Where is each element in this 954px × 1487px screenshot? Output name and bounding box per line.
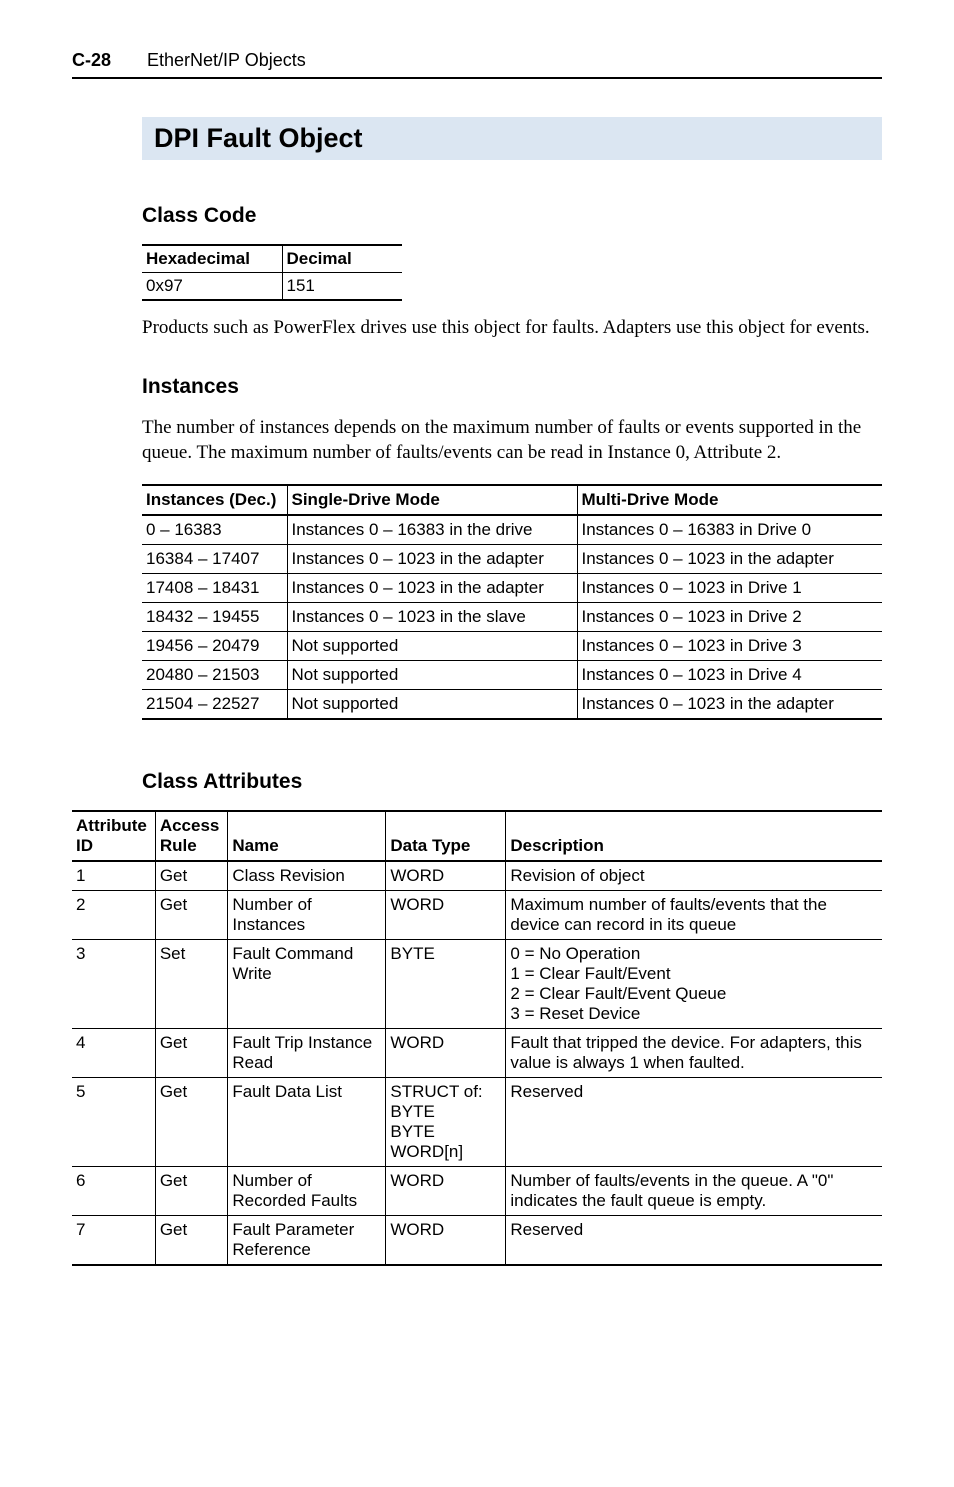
table-cell: Get bbox=[155, 890, 228, 939]
table-cell: Reserved bbox=[506, 1077, 882, 1166]
table-cell: 2 bbox=[72, 890, 155, 939]
table-cell: Fault Trip Instance Read bbox=[228, 1028, 386, 1077]
table-cell: Instances 0 – 1023 in the adapter bbox=[577, 689, 882, 719]
table-cell: Number of faults/events in the queue. A … bbox=[506, 1166, 882, 1215]
table-cell: 7 bbox=[72, 1215, 155, 1265]
instances-heading: Instances bbox=[142, 375, 882, 399]
table-cell: WORD bbox=[386, 890, 506, 939]
table-cell: Number of Recorded Faults bbox=[228, 1166, 386, 1215]
table-header: Single-Drive Mode bbox=[287, 485, 577, 515]
class-attributes-table: Attribute ID Access Rule Name Data Type … bbox=[72, 810, 882, 1266]
table-header: Instances (Dec.) bbox=[142, 485, 287, 515]
table-cell: 16384 – 17407 bbox=[142, 544, 287, 573]
instances-paragraph: The number of instances depends on the m… bbox=[142, 415, 882, 466]
table-cell: 3 bbox=[72, 939, 155, 1028]
table-cell: Instances 0 – 1023 in Drive 4 bbox=[577, 660, 882, 689]
table-cell: Not supported bbox=[287, 631, 577, 660]
table-cell: 19456 – 20479 bbox=[142, 631, 287, 660]
table-cell: 20480 – 21503 bbox=[142, 660, 287, 689]
table-header: Hexadecimal bbox=[142, 245, 282, 273]
table-cell: Fault that tripped the device. For adapt… bbox=[506, 1028, 882, 1077]
page-number: C-28 bbox=[72, 50, 111, 71]
table-cell: Instances 0 – 1023 in the slave bbox=[287, 602, 577, 631]
table-cell: Get bbox=[155, 1028, 228, 1077]
table-cell: 4 bbox=[72, 1028, 155, 1077]
table-header: Multi-Drive Mode bbox=[577, 485, 882, 515]
table-cell: STRUCT of: BYTE BYTE WORD[n] bbox=[386, 1077, 506, 1166]
table-cell: Instances 0 – 1023 in the adapter bbox=[287, 573, 577, 602]
table-cell: Set bbox=[155, 939, 228, 1028]
table-cell: Reserved bbox=[506, 1215, 882, 1265]
table-header: Data Type bbox=[386, 811, 506, 861]
table-cell: Instances 0 – 1023 in the adapter bbox=[577, 544, 882, 573]
table-cell: Fault Data List bbox=[228, 1077, 386, 1166]
section-title-band: DPI Fault Object bbox=[142, 117, 882, 160]
running-title: EtherNet/IP Objects bbox=[147, 50, 306, 71]
section-title: DPI Fault Object bbox=[154, 123, 870, 154]
table-cell: Revision of object bbox=[506, 861, 882, 891]
table-cell: WORD bbox=[386, 1166, 506, 1215]
table-header: Name bbox=[228, 811, 386, 861]
table-cell: Instances 0 – 16383 in Drive 0 bbox=[577, 515, 882, 545]
table-cell: Instances 0 – 1023 in Drive 2 bbox=[577, 602, 882, 631]
table-header: Description bbox=[506, 811, 882, 861]
table-cell: Not supported bbox=[287, 660, 577, 689]
table-cell: Instances 0 – 1023 in Drive 1 bbox=[577, 573, 882, 602]
table-cell: WORD bbox=[386, 1215, 506, 1265]
table-cell: Get bbox=[155, 1166, 228, 1215]
table-cell: Get bbox=[155, 1077, 228, 1166]
table-cell: WORD bbox=[386, 1028, 506, 1077]
table-cell: Maximum number of faults/events that the… bbox=[506, 890, 882, 939]
table-cell: 17408 – 18431 bbox=[142, 573, 287, 602]
intro-paragraph: Products such as PowerFlex drives use th… bbox=[142, 315, 882, 341]
table-header: Attribute ID bbox=[72, 811, 155, 861]
table-cell: Get bbox=[155, 861, 228, 891]
table-cell: BYTE bbox=[386, 939, 506, 1028]
table-cell: WORD bbox=[386, 861, 506, 891]
table-cell: 18432 – 19455 bbox=[142, 602, 287, 631]
class-code-table: Hexadecimal Decimal 0x97 151 bbox=[142, 244, 402, 301]
table-cell: 1 bbox=[72, 861, 155, 891]
table-cell: Fault Parameter Reference bbox=[228, 1215, 386, 1265]
instances-table: Instances (Dec.) Single-Drive Mode Multi… bbox=[142, 484, 882, 720]
table-cell: 151 bbox=[282, 273, 402, 301]
table-cell: Class Revision bbox=[228, 861, 386, 891]
table-cell: 0 – 16383 bbox=[142, 515, 287, 545]
table-cell: Get bbox=[155, 1215, 228, 1265]
class-code-heading: Class Code bbox=[142, 204, 882, 228]
table-cell: 0 = No Operation 1 = Clear Fault/Event 2… bbox=[506, 939, 882, 1028]
table-cell: 0x97 bbox=[142, 273, 282, 301]
table-cell: 5 bbox=[72, 1077, 155, 1166]
table-cell: Instances 0 – 1023 in the adapter bbox=[287, 544, 577, 573]
class-attributes-heading: Class Attributes bbox=[142, 770, 882, 794]
table-cell: Instances 0 – 1023 in Drive 3 bbox=[577, 631, 882, 660]
table-cell: 21504 – 22527 bbox=[142, 689, 287, 719]
table-cell: Instances 0 – 16383 in the drive bbox=[287, 515, 577, 545]
table-header: Decimal bbox=[282, 245, 402, 273]
table-cell: Fault Command Write bbox=[228, 939, 386, 1028]
table-cell: 6 bbox=[72, 1166, 155, 1215]
table-cell: Number of Instances bbox=[228, 890, 386, 939]
table-header: Access Rule bbox=[155, 811, 228, 861]
table-cell: Not supported bbox=[287, 689, 577, 719]
page-header: C-28 EtherNet/IP Objects bbox=[72, 50, 882, 79]
